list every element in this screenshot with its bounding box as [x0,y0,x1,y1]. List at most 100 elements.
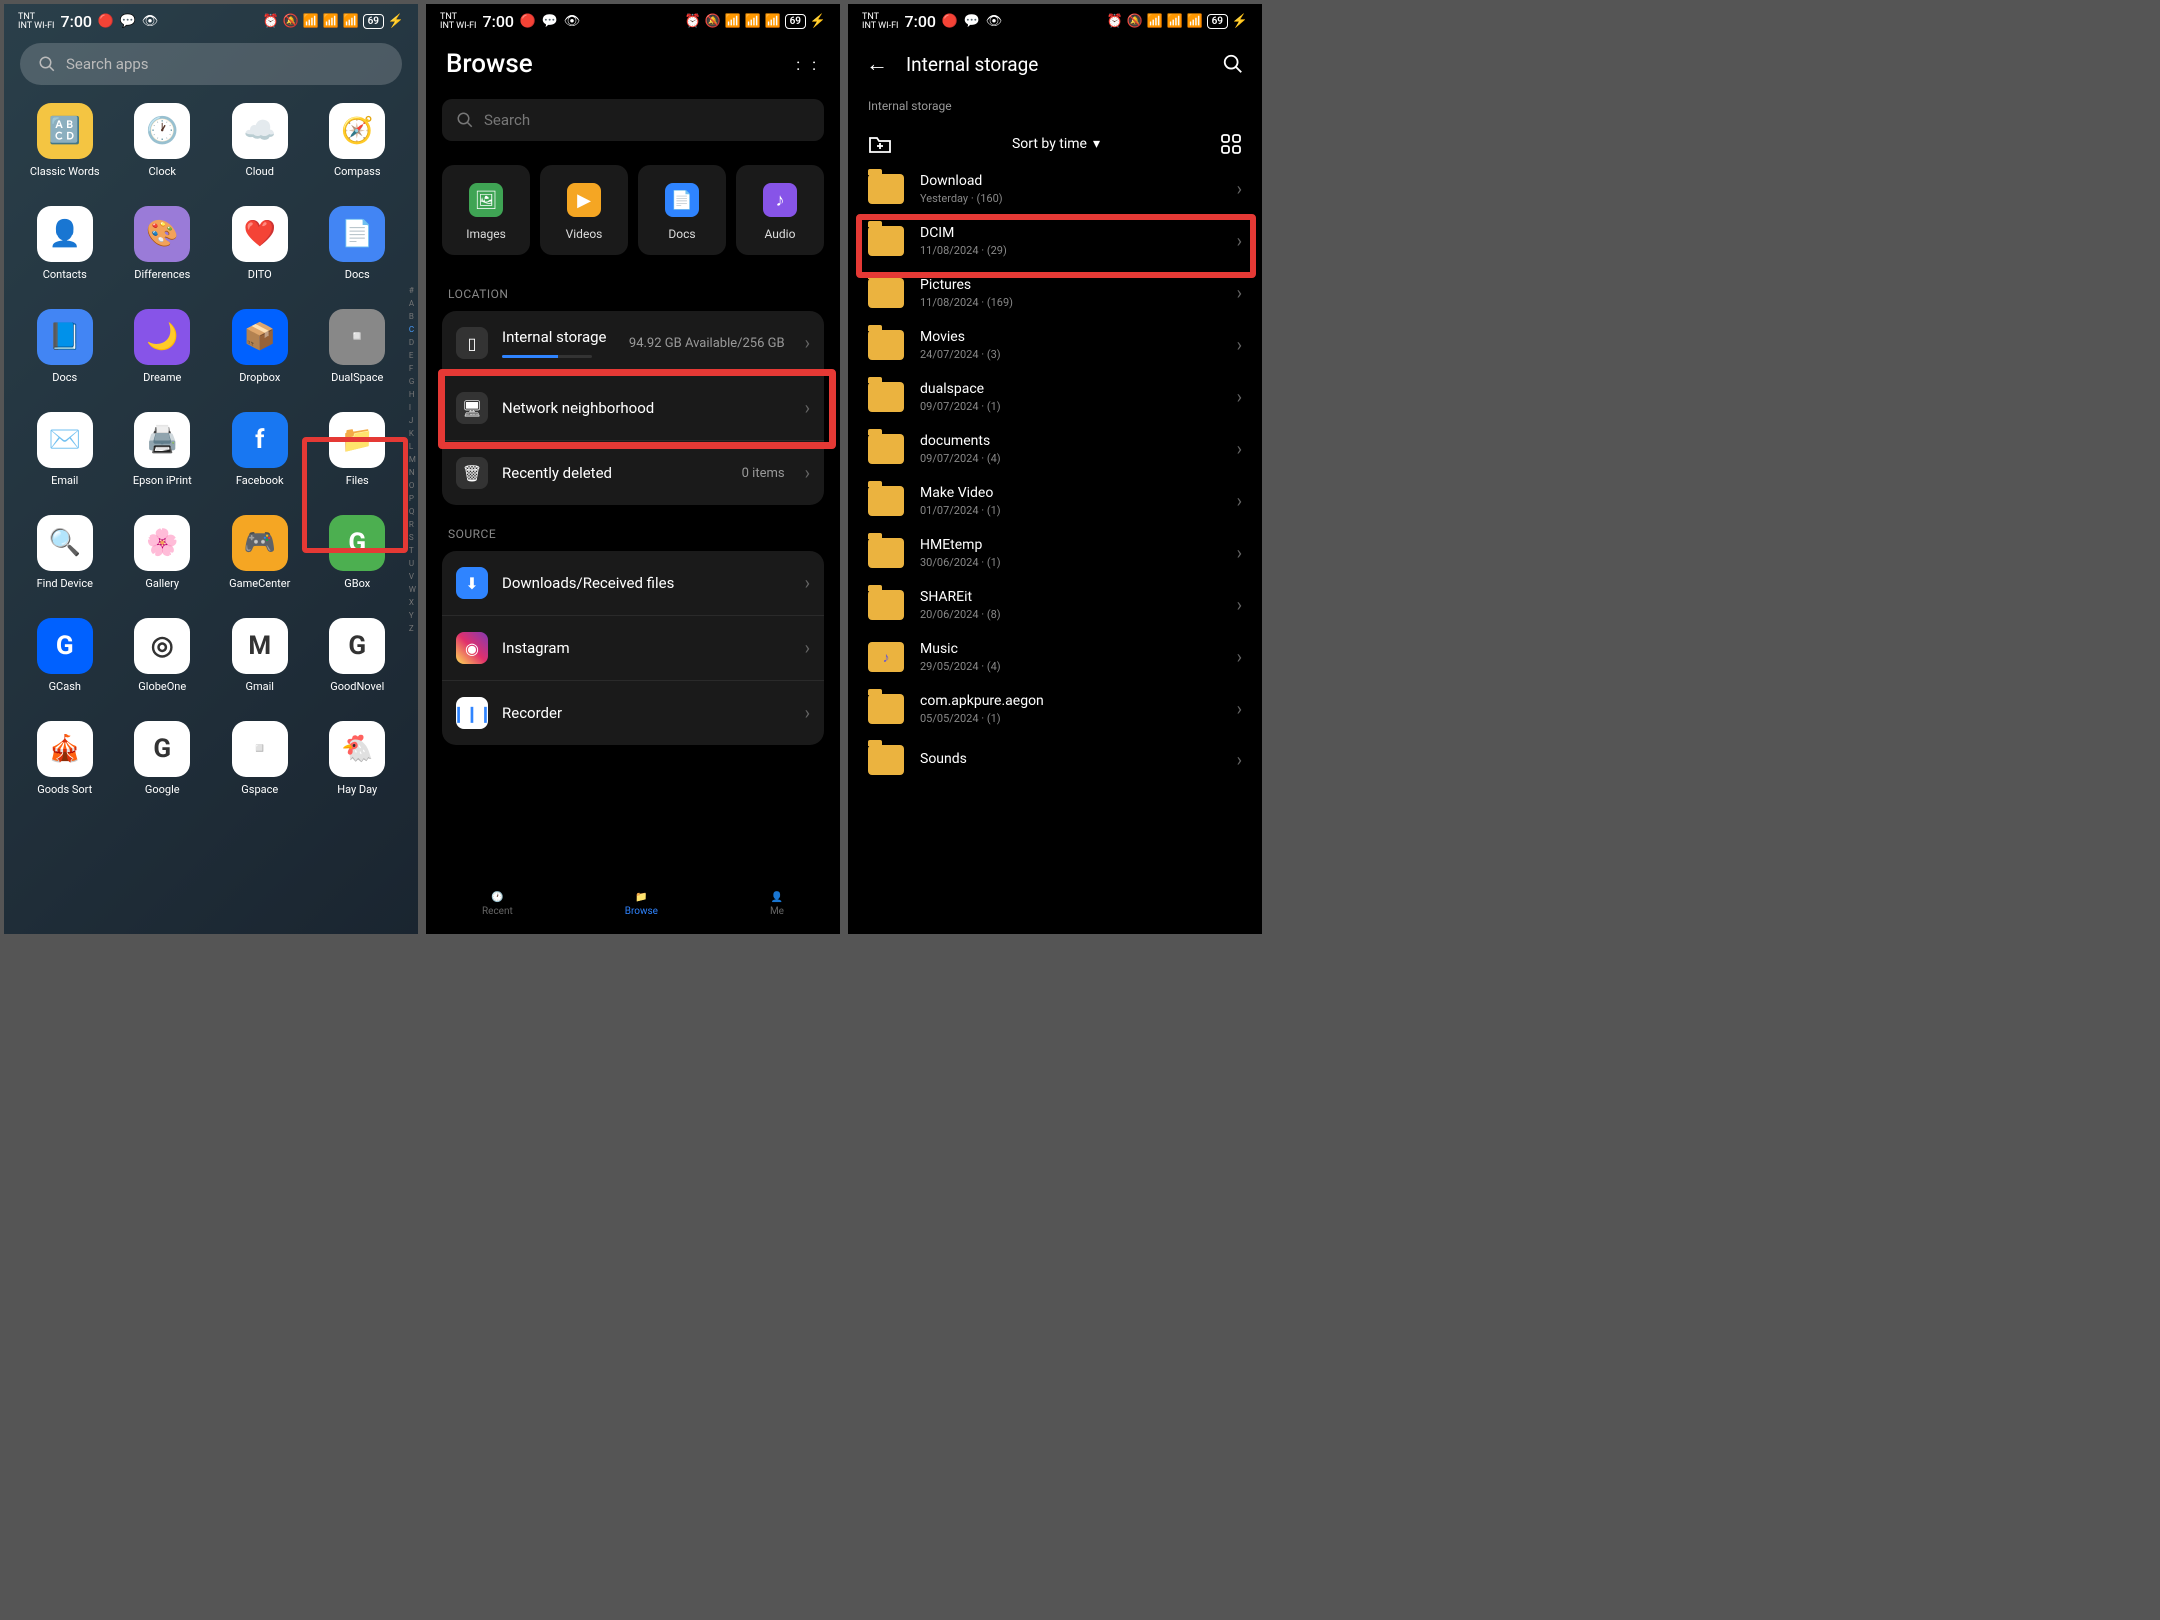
alpha-N[interactable]: N [409,466,416,479]
back-arrow-icon[interactable]: ← [866,51,888,77]
app-dropbox[interactable]: 📦Dropbox [215,309,305,384]
app-label: Dreame [143,371,181,384]
folder-music[interactable]: Music29/05/2024 · (4)› [848,631,1262,683]
alpha-Y[interactable]: Y [409,609,416,622]
alpha-D[interactable]: D [409,336,416,349]
alpha-P[interactable]: P [409,492,416,505]
browse-header: Browse : : [426,35,840,89]
breadcrumb[interactable]: Internal storage [848,93,1262,119]
recently-deleted-row[interactable]: 🗑 Recently deleted 0 items › [442,441,824,505]
folder-pictures[interactable]: Pictures11/08/2024 · (169)› [848,267,1262,319]
category-videos[interactable]: ▶ Videos [540,165,628,255]
search-apps[interactable]: Search apps [20,43,402,85]
category-audio[interactable]: ♪ Audio [736,165,824,255]
folder-download[interactable]: DownloadYesterday · (160)› [848,163,1262,215]
app-gbox[interactable]: GGBox [313,515,403,590]
alpha-I[interactable]: I [409,401,416,414]
alpha-F[interactable]: F [409,362,416,375]
app-email[interactable]: ✉️Email [20,412,110,487]
folder-hmetemp[interactable]: HMEtemp30/06/2024 · (1)› [848,527,1262,579]
app-globeone[interactable]: ◎GlobeOne [118,618,208,693]
app-epson-iprint[interactable]: 🖨️Epson iPrint [118,412,208,487]
app-label: Dropbox [239,371,280,384]
alpha-U[interactable]: U [409,557,416,570]
app-dreame[interactable]: 🌙Dreame [118,309,208,384]
search-files[interactable]: Search [442,99,824,141]
status-left: TNT INT WI-FI 7:00 🔴 💬 👁 [18,12,158,31]
category-images[interactable]: 🖼 Images [442,165,530,255]
app-files[interactable]: 📁Files [313,412,403,487]
alpha-R[interactable]: R [409,518,416,531]
app-gamecenter[interactable]: 🎮GameCenter [215,515,305,590]
app-label: GoodNovel [330,680,384,693]
folder-movies[interactable]: Movies24/07/2024 · (3)› [848,319,1262,371]
chevron-right-icon: › [805,398,810,419]
alpha-T[interactable]: T [409,544,416,557]
app-classic-words[interactable]: 🔠Classic Words [20,103,110,178]
alpha-X[interactable]: X [409,596,416,609]
expand-icon[interactable]: : : [796,55,820,74]
app-find-device[interactable]: 🔍Find Device [20,515,110,590]
app-dito[interactable]: ❤️DITO [215,206,305,281]
app-gcash[interactable]: GGCash [20,618,110,693]
search-icon[interactable] [1222,53,1244,75]
source-instagram[interactable]: ◉ Instagram › [442,616,824,681]
alpha-L[interactable]: L [409,440,416,453]
alpha-Q[interactable]: Q [409,505,416,518]
sort-button[interactable]: Sort by time ▾ [1012,136,1100,152]
folder-dcim[interactable]: DCIM11/08/2024 · (29)› [848,215,1262,267]
alpha-V[interactable]: V [409,570,416,583]
source-downloads[interactable]: ⬇ Downloads/Received files › [442,551,824,616]
app-gspace[interactable]: ▫️Gspace [215,721,305,796]
app-gmail[interactable]: MGmail [215,618,305,693]
app-facebook[interactable]: fFacebook [215,412,305,487]
network-row[interactable]: 🖥 Network neighborhood › [442,376,824,441]
alpha-#[interactable]: # [409,284,416,297]
alpha-H[interactable]: H [409,388,416,401]
new-folder-icon[interactable] [868,133,892,155]
alpha-S[interactable]: S [409,531,416,544]
app-docs[interactable]: 📘Docs [20,309,110,384]
nav-recent[interactable]: 🕐 Recent [482,892,513,917]
app-compass[interactable]: 🧭Compass [313,103,403,178]
app-dualspace[interactable]: ▫️DualSpace [313,309,403,384]
alpha-M[interactable]: M [409,453,416,466]
category-docs[interactable]: 📄 Docs [638,165,726,255]
app-contacts[interactable]: 👤Contacts [20,206,110,281]
source-recorder[interactable]: ❙❙❙ Recorder › [442,681,824,745]
folder-make-video[interactable]: Make Video01/07/2024 · (1)› [848,475,1262,527]
alpha-G[interactable]: G [409,375,416,388]
alpha-O[interactable]: O [409,479,416,492]
alpha-E[interactable]: E [409,349,416,362]
chevron-right-icon: › [805,463,810,484]
app-google[interactable]: GGoogle [118,721,208,796]
alpha-C[interactable]: C [409,323,416,336]
folder-sounds[interactable]: Sounds› [848,735,1262,785]
nav-me[interactable]: 👤 Me [770,892,784,917]
alpha-index[interactable]: #ABCDEFGHIJKLMNOPQRSTUVWXYZ [409,284,416,635]
app-gallery[interactable]: 🌸Gallery [118,515,208,590]
app-icon: 🔠 [37,103,93,159]
grid-view-icon[interactable] [1220,133,1242,155]
app-cloud[interactable]: ☁️Cloud [215,103,305,178]
folder-com-apkpure-aegon[interactable]: com.apkpure.aegon05/05/2024 · (1)› [848,683,1262,735]
alpha-A[interactable]: A [409,297,416,310]
alpha-W[interactable]: W [409,583,416,596]
folder-shareit[interactable]: SHAREit20/06/2024 · (8)› [848,579,1262,631]
nav-browse[interactable]: 📁 Browse [625,892,658,917]
internal-storage-row[interactable]: ▯ Internal storage 94.92 GB Available/25… [442,311,824,376]
alpha-K[interactable]: K [409,427,416,440]
app-goods-sort[interactable]: 🎪Goods Sort [20,721,110,796]
app-differences[interactable]: 🎨Differences [118,206,208,281]
folder-dualspace[interactable]: dualspace09/07/2024 · (1)› [848,371,1262,423]
alpha-J[interactable]: J [409,414,416,427]
status-right: ⏰ 🔕 📶 📶 📶 69 ⚡ [263,14,404,30]
app-clock[interactable]: 🕐Clock [118,103,208,178]
alpha-B[interactable]: B [409,310,416,323]
folder-name: Download [920,173,1215,189]
app-goodnovel[interactable]: GGoodNovel [313,618,403,693]
folder-documents[interactable]: documents09/07/2024 · (4)› [848,423,1262,475]
app-docs[interactable]: 📄Docs [313,206,403,281]
app-hay-day[interactable]: 🐔Hay Day [313,721,403,796]
alpha-Z[interactable]: Z [409,622,416,635]
